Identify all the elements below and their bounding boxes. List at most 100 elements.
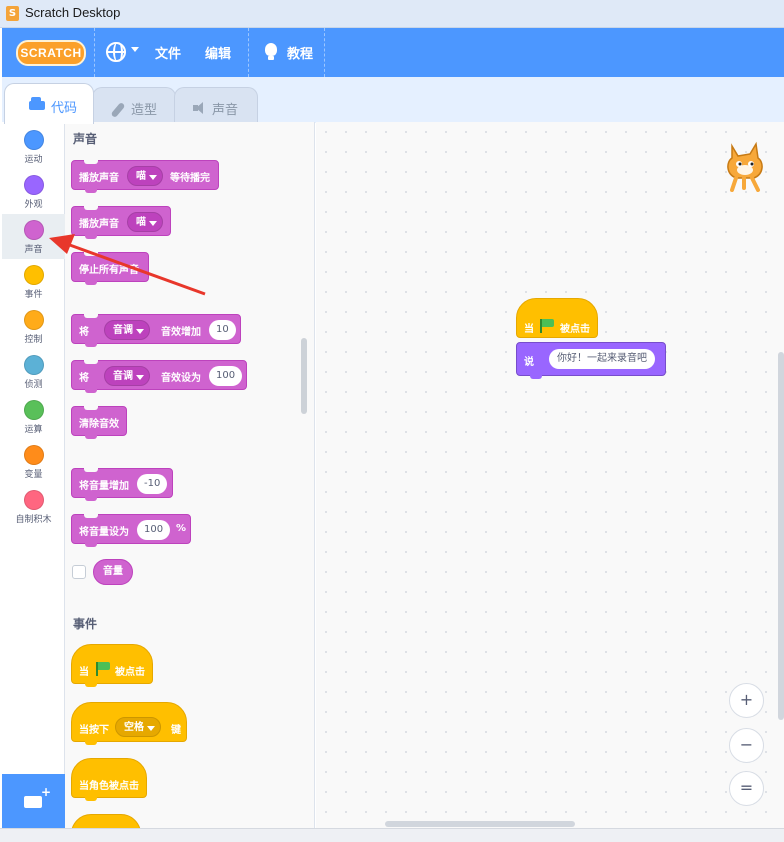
sound-dropdown[interactable]: 喵: [127, 212, 163, 232]
block-volume-reporter[interactable]: 音量: [93, 559, 133, 585]
category-menu: 运动 外观 声音 事件 控制 侦测 运算 变量 自制积木: [2, 122, 65, 828]
tab-costumes-label: 造型: [131, 103, 158, 118]
script-when-flag-clicked[interactable]: 当 被点击: [516, 298, 598, 338]
block-notch: [84, 468, 98, 472]
category-label: 运算: [24, 425, 43, 435]
category-label: 运动: [24, 155, 43, 165]
zoom-out-icon: −: [739, 735, 754, 754]
tab-sounds[interactable]: 声音: [174, 87, 258, 125]
block-tab: [85, 389, 97, 393]
chevron-down-icon[interactable]: [131, 47, 139, 52]
category-color-dot: [24, 175, 44, 195]
effect-dropdown[interactable]: 音调: [104, 320, 150, 340]
volume-monitor-checkbox[interactable]: [72, 565, 86, 579]
block-tab: [530, 375, 542, 379]
zoom-out-button[interactable]: −: [729, 728, 764, 763]
category-color-dot: [24, 355, 44, 375]
block-notch: [84, 314, 98, 318]
block-text: 键: [171, 725, 181, 736]
green-flag-icon: [96, 662, 110, 676]
palette-section-title: 声音: [73, 132, 98, 146]
block-tab: [85, 683, 97, 687]
category-color-dot: [24, 130, 44, 150]
volume-change-input[interactable]: -10: [137, 474, 168, 494]
sound-dropdown[interactable]: 喵: [127, 166, 163, 186]
block-event-partial[interactable]: [71, 814, 141, 828]
category-color-dot: [24, 445, 44, 465]
block-text: 音效增加: [161, 327, 201, 338]
category-control[interactable]: 控制: [2, 304, 65, 349]
annotation-arrow-icon: [49, 234, 206, 296]
script-workspace[interactable]: [316, 122, 784, 828]
block-set-sound-effect[interactable]: 将 音调 音效设为 100: [71, 360, 247, 393]
block-text: 等待播完: [170, 173, 210, 184]
edit-menu[interactable]: 编辑: [205, 43, 231, 62]
file-menu[interactable]: 文件: [155, 43, 181, 62]
zoom-reset-button[interactable]: =: [729, 771, 764, 806]
category-my-blocks[interactable]: 自制积木: [2, 484, 65, 529]
block-change-sound-effect[interactable]: 将 音调 音效增加 10: [71, 314, 241, 347]
palette-scrollbar[interactable]: [301, 338, 307, 414]
category-color-dot: [24, 220, 44, 240]
category-label: 侦测: [24, 380, 43, 390]
tab-sounds-label: 声音: [212, 103, 239, 118]
key-dropdown[interactable]: 空格: [115, 717, 161, 737]
category-sensing[interactable]: 侦测: [2, 349, 65, 394]
add-extension-icon: [24, 785, 51, 808]
category-motion[interactable]: 运动: [2, 124, 65, 169]
green-flag-icon: [540, 319, 554, 333]
category-color-dot: [24, 490, 44, 510]
tab-code-label: 代码: [51, 101, 78, 116]
category-label: 自制积木: [15, 515, 52, 525]
category-label: 外观: [24, 200, 43, 210]
tutorials-menu[interactable]: 教程: [287, 43, 313, 62]
block-notch: [84, 160, 98, 164]
tab-costumes[interactable]: 造型: [92, 87, 176, 125]
block-text: 被点击: [560, 324, 590, 335]
block-play-sound-until-done[interactable]: 播放声音 喵 等待播完: [71, 160, 219, 193]
zoom-in-button[interactable]: +: [729, 683, 764, 718]
effect-value-input[interactable]: 100: [209, 366, 243, 386]
workspace-horizontal-scrollbar[interactable]: [385, 821, 575, 827]
palette-section-title: 事件: [73, 617, 98, 631]
block-text: 将: [79, 327, 89, 338]
menu-bar: SCRATCH 文件 编辑 教程: [2, 28, 784, 77]
window-bottom-edge: [0, 828, 784, 842]
workspace-vertical-scrollbar[interactable]: [778, 352, 784, 720]
block-change-volume[interactable]: 将音量增加 -10: [71, 468, 173, 501]
window-title: Scratch Desktop: [25, 5, 121, 20]
block-notch: [84, 514, 98, 518]
block-when-sprite-clicked[interactable]: 当角色被点击: [71, 758, 147, 801]
volume-value-input[interactable]: 100: [137, 520, 171, 540]
effect-dropdown[interactable]: 音调: [104, 366, 150, 386]
block-text: 将音量设为: [79, 527, 129, 538]
block-text: 当按下: [79, 725, 109, 736]
block-text: 当: [524, 324, 534, 335]
script-say-block[interactable]: 说 你好！一起来录音吧: [516, 342, 666, 379]
zoom-in-icon: +: [739, 690, 754, 709]
lightbulb-icon[interactable]: [265, 43, 277, 60]
block-tab: [85, 497, 97, 501]
tab-code[interactable]: 代码: [4, 83, 94, 124]
say-message-input[interactable]: 你好！一起来录音吧: [549, 349, 655, 369]
block-text: 将: [79, 373, 89, 384]
block-palette: 声音 播放声音 喵 等待播完 播放声音 喵 停止所有声音 将 音调 音效增加 1…: [65, 122, 315, 828]
block-when-flag-clicked[interactable]: 当 被点击: [71, 644, 153, 687]
category-color-dot: [24, 310, 44, 330]
category-operators[interactable]: 运算: [2, 394, 65, 439]
scratch-app-icon: S: [6, 6, 19, 21]
block-clear-sound-effects[interactable]: 清除音效: [71, 406, 127, 439]
block-set-volume[interactable]: 将音量设为 100 %: [71, 514, 191, 547]
category-variables[interactable]: 变量: [2, 439, 65, 484]
block-text: %: [176, 523, 187, 534]
editor-tabs: 代码 造型 声音: [2, 77, 784, 125]
block-tab: [85, 797, 97, 801]
category-looks[interactable]: 外观: [2, 169, 65, 214]
add-extension-button[interactable]: [2, 774, 65, 828]
block-notch: [84, 360, 98, 364]
scratch-logo[interactable]: SCRATCH: [16, 40, 86, 66]
globe-icon[interactable]: [106, 42, 126, 62]
menu-divider: [324, 28, 325, 77]
effect-value-input[interactable]: 10: [209, 320, 236, 340]
block-when-key-pressed[interactable]: 当按下 空格 键: [71, 702, 187, 745]
